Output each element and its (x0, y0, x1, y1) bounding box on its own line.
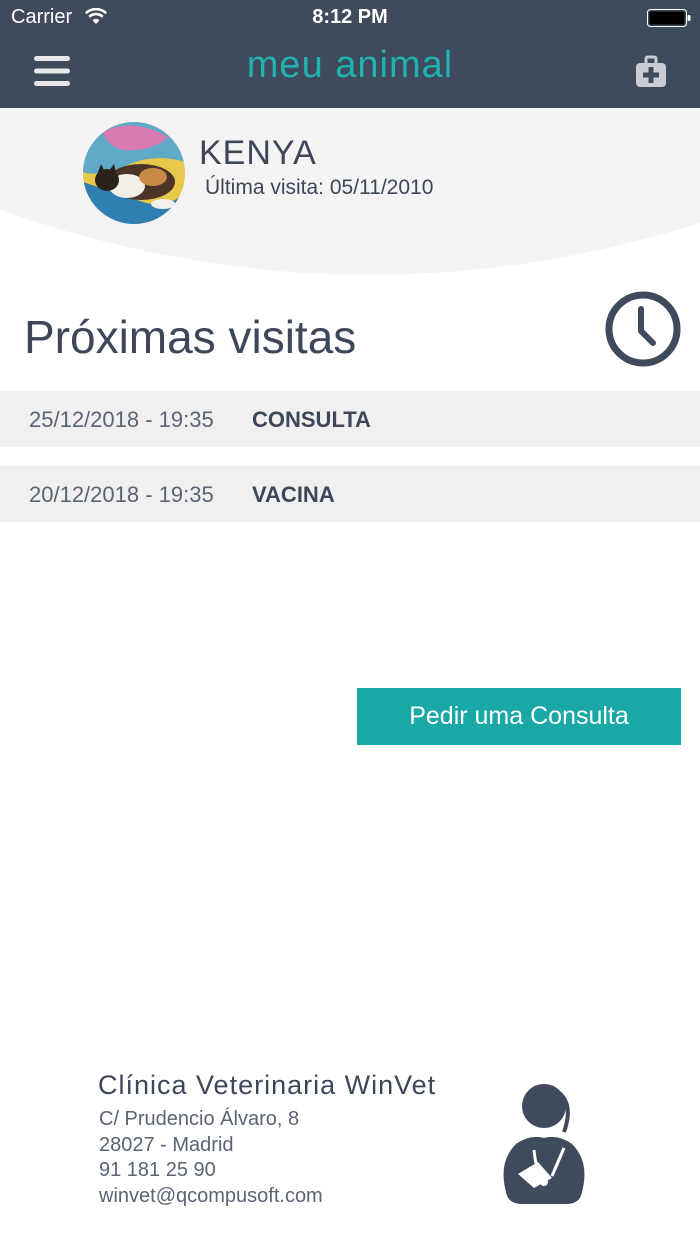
clinic-address: C/ Prudencio Álvaro, 8 (99, 1108, 300, 1130)
clinic-city: 28027 - Madrid (99, 1134, 234, 1156)
visit-row[interactable]: 25/12/2018 - 19:35 CONSULTA (0, 391, 700, 447)
last-visit-text: Última visita: 05/11/2010 (205, 176, 434, 199)
clock-icon[interactable] (604, 290, 682, 368)
visit-date: 25/12/2018 - 19:35 (29, 407, 214, 432)
clinic-phone[interactable]: 91 181 25 90 (99, 1159, 216, 1182)
veterinarian-icon (503, 1084, 585, 1204)
battery-icon (647, 9, 691, 27)
clinic-name: Clínica Veterinaria WinVet (98, 1070, 437, 1100)
app-header: Carrier 8:12 PM meu animal (0, 0, 700, 108)
visit-row[interactable]: 20/12/2018 - 19:35 VACINA (0, 466, 700, 522)
request-appointment-button[interactable]: Pedir uma Consulta (357, 688, 681, 745)
first-aid-kit-icon[interactable] (636, 55, 666, 87)
upcoming-visits-title: Próximas visitas (24, 311, 357, 363)
visit-type: VACINA (252, 482, 335, 507)
pet-avatar[interactable] (83, 122, 185, 224)
clock-time: 8:12 PM (312, 6, 388, 28)
visit-date: 20/12/2018 - 19:35 (29, 482, 214, 507)
visit-type: CONSULTA (252, 407, 371, 432)
pet-name: KENYA (199, 134, 317, 172)
clinic-email[interactable]: winvet@qcompusoft.com (99, 1185, 323, 1208)
status-bar: Carrier 8:12 PM (0, 0, 700, 36)
app-title: meu animal (246, 44, 454, 86)
